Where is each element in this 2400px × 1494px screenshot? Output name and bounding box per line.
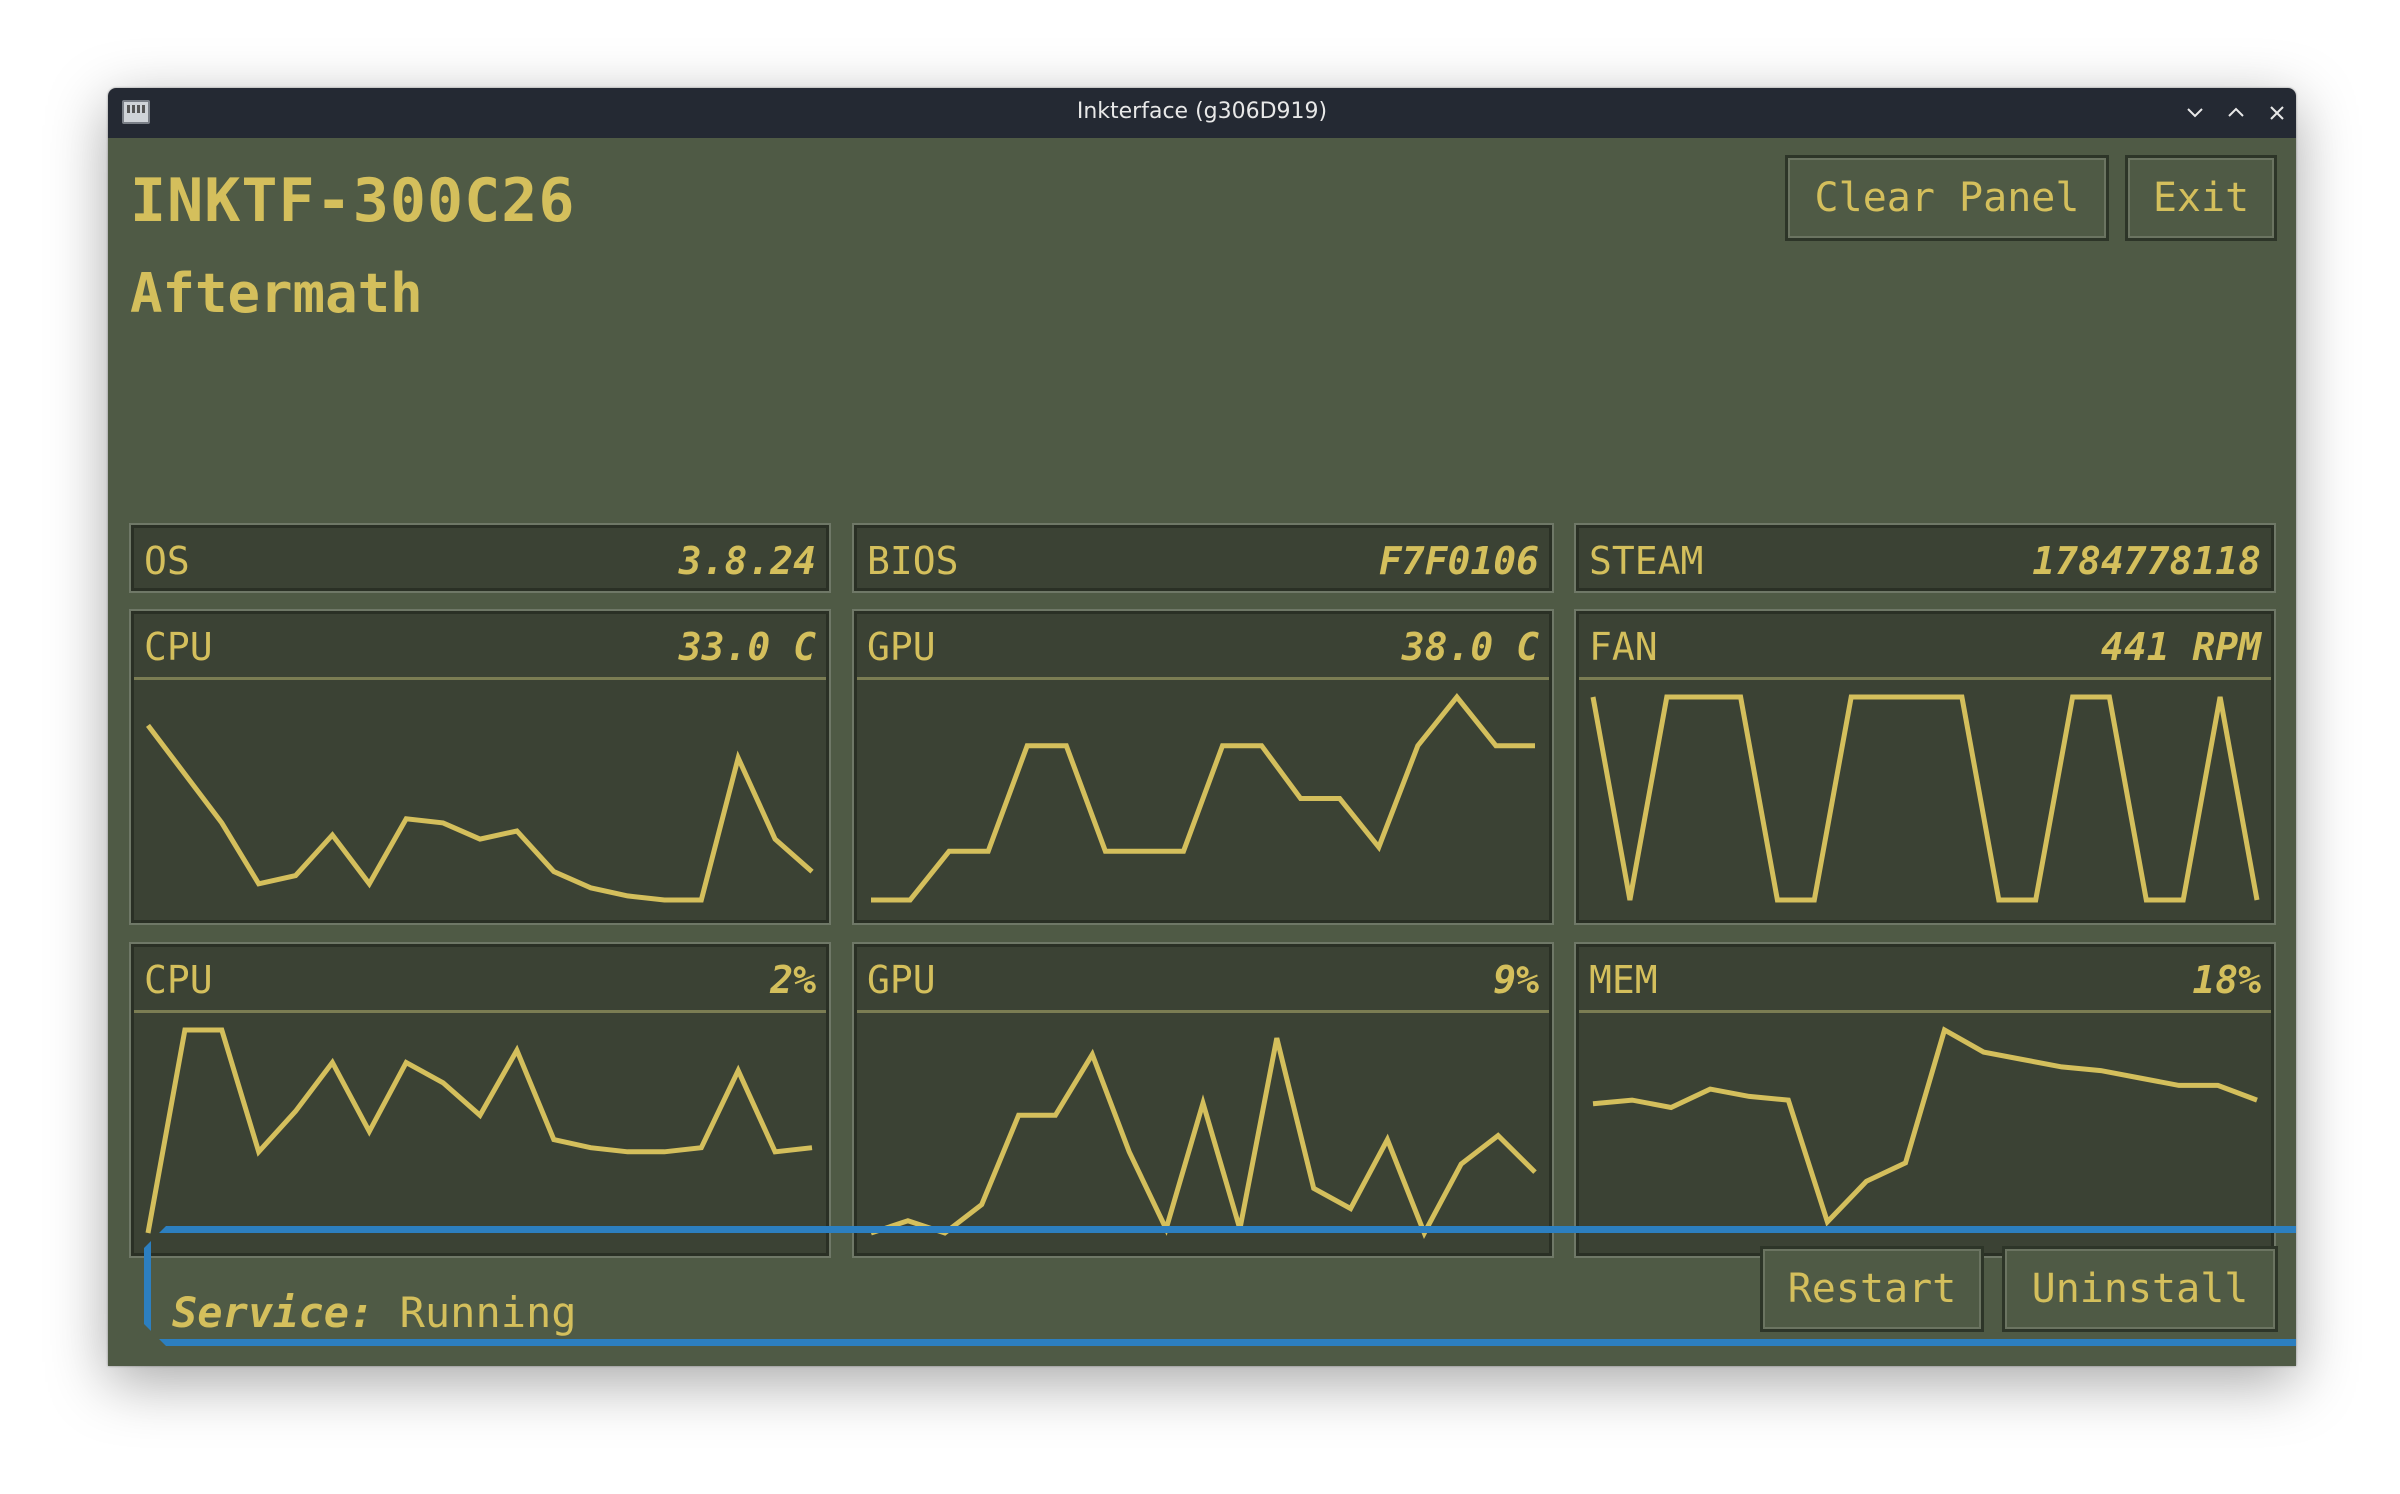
gpu-temp-chart [871,693,1535,903]
cpu-load-line [145,1027,813,1234]
graph-fan: FAN 441 RPM [1574,609,2276,925]
restart-button[interactable]: Restart [1760,1246,1984,1332]
app-window: Inkterface (g306D919) INKTF-300C26 After… [108,88,2296,1366]
maximize-icon[interactable] [2219,96,2253,130]
fan-chart [1590,694,2260,903]
graph-header: CPU 2% [134,947,826,1013]
gpu-load-chart [870,1037,1537,1239]
uninstall-button[interactable]: Uninstall [2002,1246,2278,1332]
info-os: OS 3.8.24 [129,523,831,593]
service-state: Running [399,1288,577,1337]
graph-cpu-temp: CPU 33.0 C [129,609,831,925]
graph-gpu-temp: GPU 38.0 C [852,609,1554,925]
graph-label: GPU [867,625,936,669]
info-value: 1784778118 [2032,539,2261,583]
graph-label: CPU [144,958,213,1002]
graph-header: GPU 38.0 C [857,614,1549,680]
cpu-load-chart [145,1027,813,1234]
graph-label: FAN [1589,625,1658,669]
clear-panel-button[interactable]: Clear Panel [1785,155,2109,241]
graph-value: 9% [1493,958,1539,1002]
main-panel: INKTF-300C26 Aftermath Clear Panel Exit … [108,138,2296,1366]
info-steam: STEAM 1784778118 [1574,523,2276,593]
graph-label: CPU [144,625,213,669]
close-icon[interactable] [2260,96,2294,130]
info-value: F7F0106 [1378,539,1539,583]
info-label: STEAM [1589,539,1704,583]
graph-header: MEM 18% [1579,947,2271,1013]
cpu-temp-line [146,723,814,903]
info-label: BIOS [867,539,959,583]
graph-value: 18% [2192,958,2261,1002]
graph-value: 2% [770,958,816,1002]
graph-value: 441 RPM [2100,625,2261,669]
graph-mem: MEM 18% [1574,942,2276,1258]
graph-header: FAN 441 RPM [1579,614,2271,680]
gpu-temp-line [871,693,1535,903]
graph-header: CPU 33.0 C [134,614,826,680]
fan-line [1590,694,2260,903]
graph-label: GPU [867,958,936,1002]
cpu-temp-chart [146,723,814,903]
mem-chart [1592,1026,2258,1227]
title-bar[interactable]: Inkterface (g306D919) [108,88,2296,138]
service-status: Service: Running [172,1288,577,1337]
info-bios: BIOS F7F0106 [852,523,1554,593]
info-value: 3.8.24 [678,539,816,583]
window-title: Inkterface (g306D919) [1076,99,1328,124]
minimize-icon[interactable] [2178,96,2212,130]
info-label: OS [144,539,190,583]
graph-cpu-load: CPU 2% [129,942,831,1258]
graph-header: GPU 9% [857,947,1549,1013]
hostname: INKTF-300C26 [130,166,576,236]
game-title: Aftermath [130,262,423,325]
exit-button[interactable]: Exit [2125,155,2277,241]
graph-value: 33.0 C [678,625,816,669]
mem-line [1592,1026,2258,1227]
gpu-load-line [870,1037,1537,1239]
service-key: Service: [172,1288,375,1337]
graph-value: 38.0 C [1401,625,1539,669]
graph-label: MEM [1589,958,1658,1002]
graph-gpu-load: GPU 9% [852,942,1554,1258]
